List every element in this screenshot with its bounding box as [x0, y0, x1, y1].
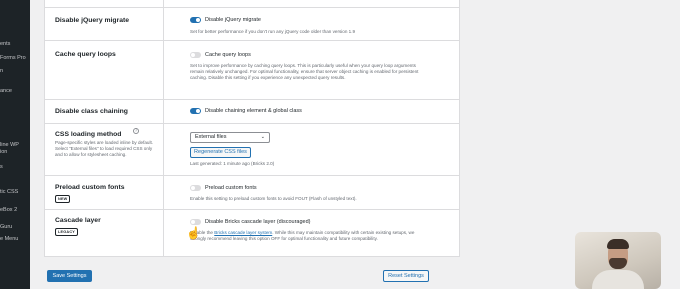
new-badge: NEW [55, 195, 71, 203]
cascade-layer-toggle[interactable] [190, 219, 201, 225]
field-description: Disable the Bricks cascade layer system.… [190, 230, 422, 242]
cascade-layer-link[interactable]: Bricks cascade layer system [214, 230, 272, 235]
field-description: Set for better performance if you don't … [190, 29, 356, 34]
css-loading-select[interactable]: External files ⌄ [190, 132, 270, 143]
row-title: Disable jQuery migrate [55, 17, 130, 24]
preload-fonts-toggle[interactable] [190, 185, 201, 191]
row-description: Page-specific styles are loaded inline b… [55, 140, 154, 158]
sidebar-item[interactable]: ents [0, 41, 10, 48]
sidebar-item[interactable]: e Menu [0, 236, 18, 243]
reset-settings-button[interactable]: Reset Settings [383, 270, 429, 282]
toggle-label[interactable]: Preload custom fonts [205, 185, 257, 191]
settings-row-cascade-layer: Cascade layer LEGACY Disable Bricks casc… [45, 210, 459, 257]
legacy-badge: LEGACY [55, 228, 79, 236]
presenter-beard [609, 258, 627, 269]
select-value: External files [195, 134, 227, 140]
save-settings-button[interactable]: Save Settings [47, 270, 92, 282]
sidebar-item[interactable]: line WP [0, 142, 19, 149]
admin-sidebar: ents Forms Pro n ance line WP ion s tic … [0, 0, 30, 289]
toggle-label[interactable]: Disable Bricks cascade layer (discourage… [205, 219, 310, 225]
row-title: CSS loading method [55, 131, 122, 138]
sidebar-item[interactable]: s [0, 164, 3, 171]
class-chaining-toggle[interactable] [190, 108, 201, 114]
sidebar-item[interactable]: Guru [0, 224, 12, 231]
sidebar-item[interactable]: tic CSS [0, 189, 18, 196]
field-description: Set to improve performance by caching qu… [190, 63, 419, 81]
row-title: Preload custom fonts [55, 184, 125, 191]
chevron-down-icon: ⌄ [260, 134, 265, 140]
row-title: Cascade layer [55, 217, 101, 224]
webcam-overlay [575, 232, 661, 289]
sidebar-item[interactable]: eBox 2 [0, 207, 17, 214]
settings-row-class-chaining: Disable class chaining Disable chaining … [45, 100, 459, 124]
field-description: Enable this setting to preload custom fo… [190, 196, 357, 201]
settings-row-css-loading-method: CSS loading method ? Page-specific style… [45, 124, 459, 176]
sidebar-item[interactable]: Forms Pro [0, 55, 26, 62]
regenerate-css-button[interactable]: Regenerate CSS files [190, 147, 251, 158]
settings-row-cache-query-loops: Cache query loops Cache query loops Set … [45, 41, 459, 100]
sidebar-item[interactable]: n [0, 68, 3, 75]
presenter-hair [607, 239, 629, 249]
toggle-label[interactable]: Disable jQuery migrate [205, 17, 261, 23]
cache-query-loops-toggle[interactable] [190, 52, 201, 58]
toggle-label[interactable]: Cache query loops [205, 52, 251, 58]
help-icon[interactable]: ? [133, 128, 139, 134]
pointer-hand-icon: ☝ [186, 226, 201, 240]
sidebar-item[interactable]: ance [0, 88, 12, 95]
settings-row-jquery-migrate: Disable jQuery migrate Disable jQuery mi… [45, 8, 459, 41]
row-title: Disable class chaining [55, 108, 128, 115]
toggle-label[interactable]: Disable chaining element & global class [205, 108, 302, 114]
presenter-body [592, 270, 644, 289]
settings-row-preload-fonts: Preload custom fonts NEW Preload custom … [45, 176, 459, 210]
settings-panel: Disable jQuery migrate Disable jQuery mi… [44, 0, 460, 257]
jquery-migrate-toggle[interactable] [190, 17, 201, 23]
row-title: Cache query loops [55, 51, 116, 58]
sidebar-item[interactable]: ion [0, 149, 7, 156]
settings-row-previous [45, 0, 459, 8]
last-generated-text: Last generated: 1 minute ago (Bricks 2.0… [190, 161, 275, 166]
